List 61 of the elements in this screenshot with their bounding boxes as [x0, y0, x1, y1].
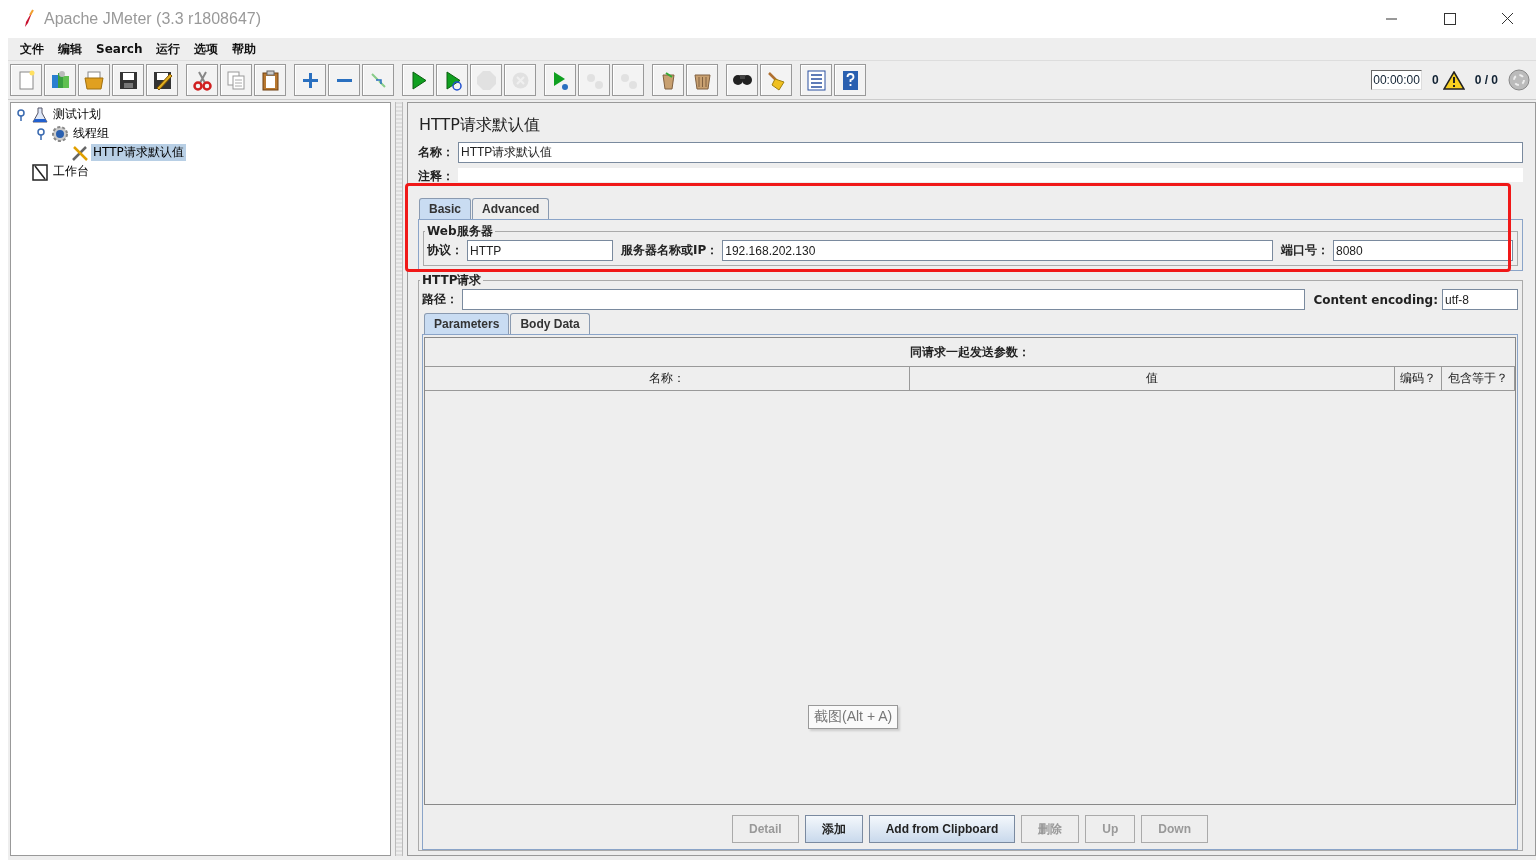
- warning-icon[interactable]: [1442, 70, 1465, 90]
- toolbar-button[interactable]: [726, 64, 758, 96]
- field-label: 注释：: [418, 168, 454, 184]
- feather-icon: [22, 9, 36, 29]
- protocol-field[interactable]: HTTP: [467, 240, 613, 261]
- menu-item[interactable]: 选项: [188, 40, 225, 58]
- column-header[interactable]: 值: [910, 367, 1395, 391]
- status-circle-icon: [1508, 69, 1530, 91]
- column-header[interactable]: 名称：: [425, 367, 910, 391]
- tree-handle-icon[interactable]: [35, 127, 47, 140]
- tree-item[interactable]: HTTP请求默认值: [91, 144, 186, 161]
- field-label: 端口号：: [1281, 242, 1329, 259]
- field-label: Content encoding:: [1313, 292, 1438, 307]
- gear-icon: [51, 124, 69, 143]
- field-label: 协议：: [427, 242, 463, 259]
- field-label: 名称：: [418, 144, 454, 161]
- column-header[interactable]: 包含等于？: [1442, 367, 1515, 391]
- menu-item[interactable]: 帮助: [226, 40, 263, 58]
- name-field[interactable]: HTTP请求默认值: [458, 142, 1523, 163]
- window-title: Apache JMeter (3.3 r1808647): [44, 10, 262, 28]
- tab[interactable]: Body Data: [510, 313, 590, 334]
- tab[interactable]: Basic: [419, 198, 472, 219]
- minus-icon: [335, 77, 353, 83]
- port-field[interactable]: 8080: [1333, 240, 1513, 261]
- tree-item[interactable]: 线程组: [71, 125, 111, 142]
- panel-title: HTTP请求默认值: [419, 115, 541, 136]
- server-field[interactable]: 192.168.202.130: [722, 240, 1273, 261]
- flask-icon: [31, 105, 49, 124]
- menu-item[interactable]: Search: [90, 42, 149, 56]
- tree-item[interactable]: 工作台: [51, 163, 91, 180]
- thread-count: 0 / 0: [1474, 73, 1498, 87]
- notepad-icon: [31, 162, 49, 181]
- toolbar-button[interactable]: [146, 64, 178, 96]
- field-label: 路径：: [422, 291, 458, 308]
- menu-item[interactable]: 运行: [150, 40, 187, 58]
- copy-icon: [224, 68, 248, 92]
- group-title: Web服务器: [426, 223, 494, 240]
- field-label: 服务器名称或IP：: [621, 242, 719, 259]
- binoculars-icon: [732, 75, 752, 85]
- toolbar-button[interactable]: [436, 64, 468, 96]
- warning-count: 0: [1431, 73, 1439, 87]
- action-button[interactable]: Add from Clipboard: [868, 815, 1016, 843]
- menu-item[interactable]: 编辑: [52, 40, 88, 58]
- menu-item[interactable]: 文件: [14, 40, 50, 58]
- toolbar-button[interactable]: [834, 64, 866, 96]
- tab[interactable]: Advanced: [472, 198, 550, 219]
- column-header[interactable]: 编码？: [1395, 367, 1442, 391]
- tree-item[interactable]: 测试计划: [51, 106, 103, 123]
- elapsed-time: 00:00:00: [1371, 70, 1422, 90]
- wrench-screwdriver-icon: [71, 143, 89, 162]
- tooltip: 截图(Alt + A): [808, 705, 899, 729]
- group-title: HTTP请求: [421, 272, 483, 289]
- encoding-field[interactable]: utf-8: [1442, 289, 1518, 310]
- tab[interactable]: Parameters: [424, 313, 510, 334]
- table-caption: 同请求一起发送参数：: [909, 344, 1031, 361]
- comment-field[interactable]: [458, 168, 1523, 182]
- toolbar-button[interactable]: [112, 64, 144, 96]
- tree-handle-icon[interactable]: [15, 108, 27, 121]
- path-field[interactable]: [462, 289, 1306, 310]
- list-icon: [804, 68, 828, 92]
- action-button[interactable]: 添加: [804, 815, 863, 843]
